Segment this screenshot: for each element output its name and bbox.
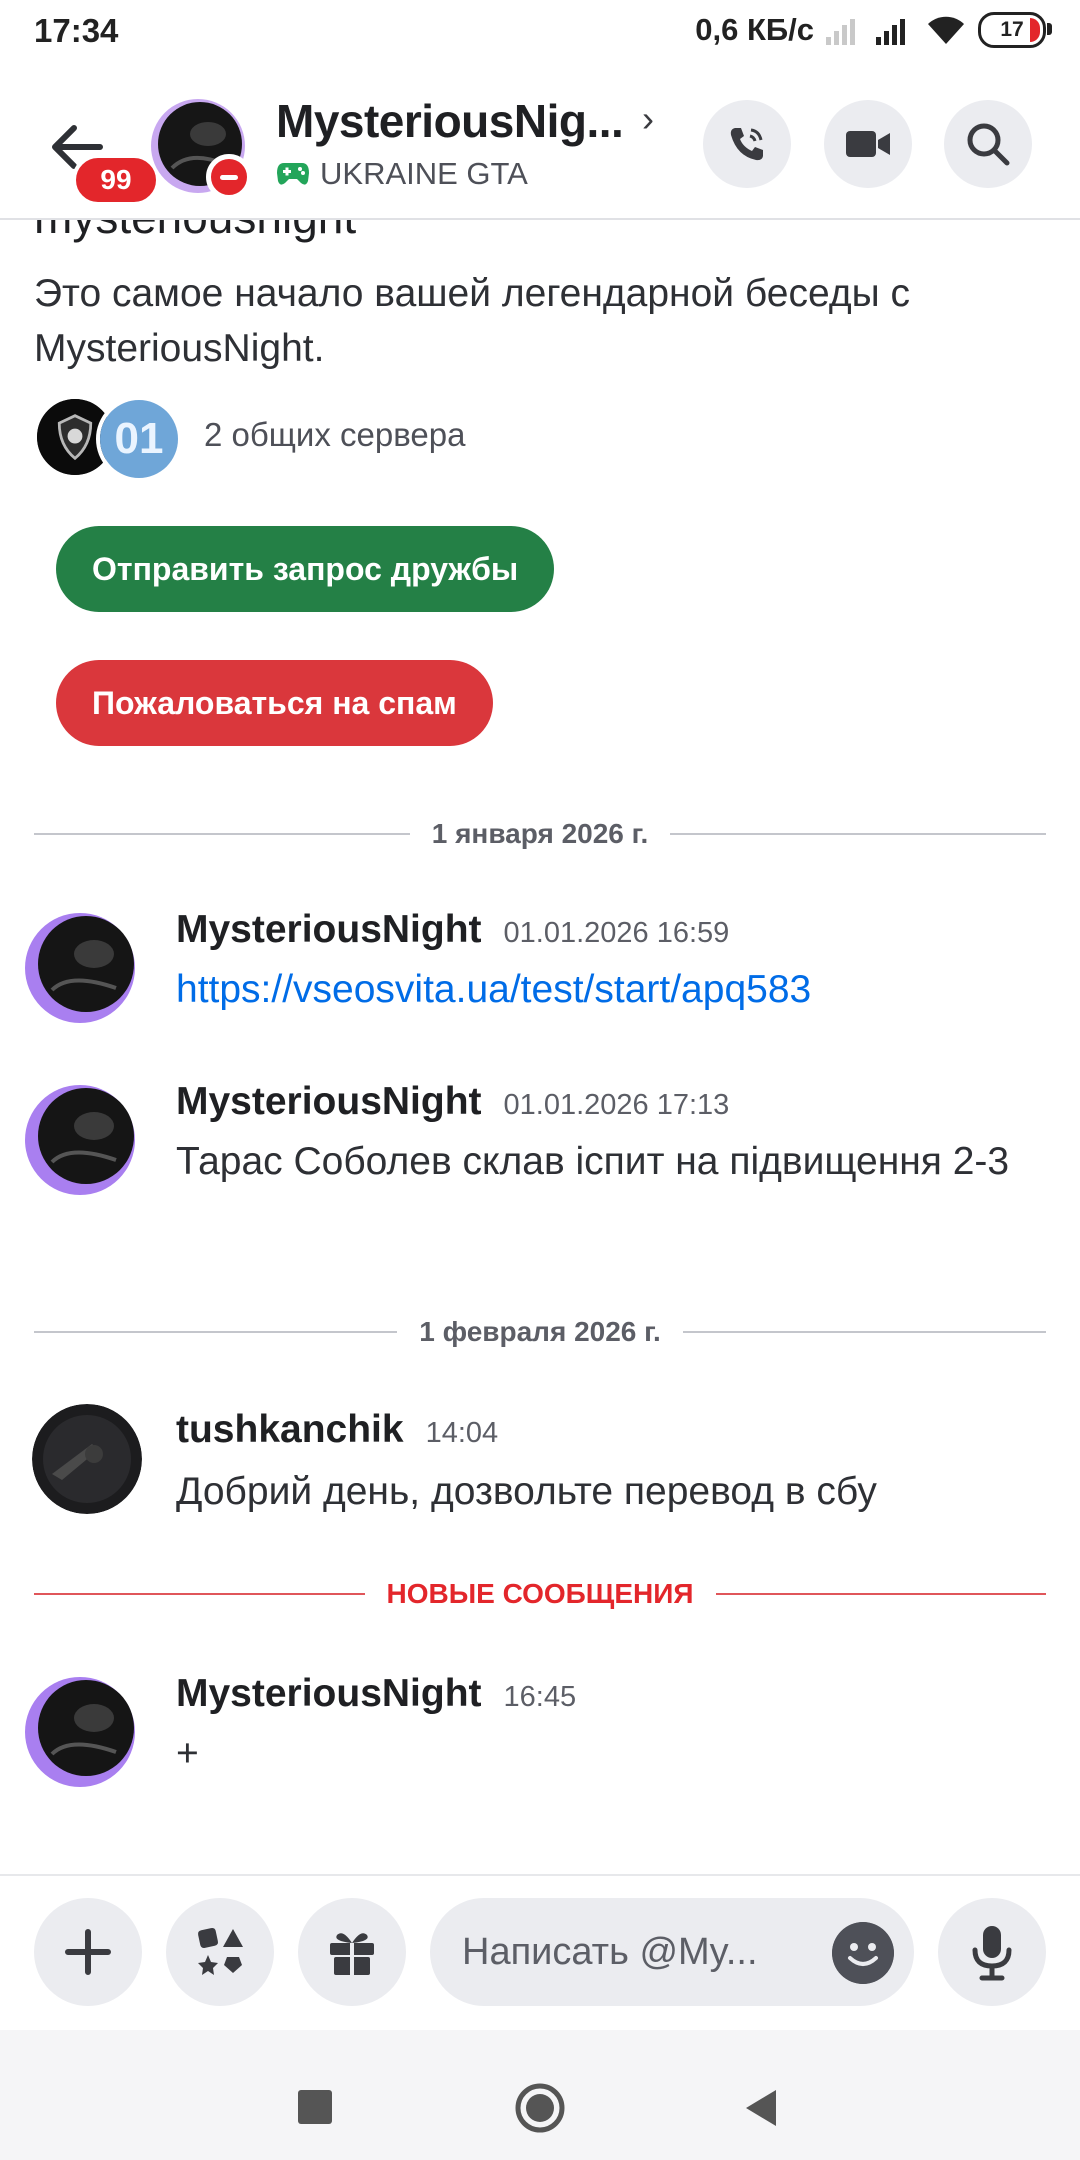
plus-icon [65, 1929, 111, 1975]
chat-header: 99 MysteriousNig... › UKRAINE GTA [0, 70, 1080, 220]
intro-text: Это самое начало вашей легендарной бесед… [34, 272, 910, 370]
status-indicators: 0,6 КБ/с 17 [695, 12, 1052, 48]
report-spam-button[interactable]: Пожаловаться на спам [56, 660, 493, 746]
apps-button[interactable] [166, 1898, 274, 2006]
signal-empty-icon [826, 19, 855, 45]
clock: 17:34 [34, 12, 119, 49]
message-timestamp: 14:04 [425, 1417, 499, 1449]
add-attachment-button[interactable] [34, 1898, 142, 2006]
dnd-status-icon [206, 154, 252, 200]
gift-icon [330, 1933, 374, 1975]
message-author[interactable]: MysteriousNight [176, 908, 482, 952]
send-friend-request-button[interactable]: Отправить запрос дружбы [56, 526, 555, 612]
message-author[interactable]: MysteriousNight [176, 1080, 482, 1124]
home-icon[interactable] [514, 2082, 566, 2134]
message-timestamp: 01.01.2026 16:59 [503, 917, 730, 949]
intro-username: mysteriousnight [34, 220, 356, 244]
status-bar: 17:34 0,6 КБ/с 17 [0, 0, 1080, 68]
message-author[interactable]: MysteriousNight [176, 1672, 482, 1716]
gamepad-icon [277, 163, 309, 185]
video-camera-icon [846, 131, 890, 157]
phone-icon [730, 128, 763, 161]
network-speed: 0,6 КБ/с [695, 12, 814, 47]
apps-icon [198, 1928, 243, 1975]
avatar[interactable] [32, 1404, 142, 1514]
voice-message-button[interactable] [938, 1898, 1046, 2006]
message-timestamp: 01.01.2026 17:13 [503, 1089, 730, 1121]
unread-badge: 99 [72, 154, 160, 206]
emoji-icon[interactable] [832, 1922, 894, 1984]
avatar[interactable] [24, 1084, 136, 1196]
avatar[interactable] [24, 912, 136, 1024]
date-divider-label: 1 января 2026 г. [431, 818, 649, 849]
message-text: Добрий день, дозвольте перевод в сбу [176, 1470, 877, 1513]
server-icon-01: 01 [96, 396, 182, 482]
system-nav-bar [0, 2030, 1080, 2160]
message-text: + [176, 1732, 199, 1775]
gift-button[interactable] [298, 1898, 406, 2006]
activity-text: UKRAINE GTA [320, 156, 528, 191]
search-button[interactable] [944, 100, 1032, 188]
recent-apps-icon[interactable] [298, 2090, 332, 2124]
message-timestamp: 16:45 [503, 1681, 577, 1713]
activity-status: UKRAINE GTA [276, 156, 528, 192]
wifi-icon [928, 16, 964, 44]
voice-call-button[interactable] [703, 100, 791, 188]
message-text: Тарас Соболев склав іспит на підвищення … [176, 1140, 1010, 1183]
signal-icon [876, 19, 905, 45]
mutual-servers-count: 2 общих сервера [204, 416, 466, 453]
search-icon [967, 123, 1010, 166]
message[interactable]: MysteriousNight 01.01.2026 16:59 https:/… [0, 900, 1080, 1040]
new-messages-label: НОВЫЕ СООБЩЕНИЯ [386, 1578, 694, 1609]
message-link[interactable]: https://vseosvita.ua/test/start/apq583 [176, 968, 811, 1012]
battery-icon: 17 [978, 12, 1052, 48]
message-input[interactable]: Написать @My... [430, 1898, 914, 2006]
chat-title[interactable]: MysteriousNig... [276, 94, 624, 148]
message-author[interactable]: tushkanchik [176, 1408, 404, 1452]
message[interactable]: MysteriousNight 16:45 + [0, 1664, 1080, 1804]
microphone-icon [972, 1926, 1012, 1981]
date-divider: 1 января 2026 г. [34, 816, 1047, 852]
composer-divider [0, 1874, 1080, 1876]
new-messages-divider: НОВЫЕ СООБЩЕНИЯ [34, 1576, 1047, 1612]
back-nav-icon[interactable] [742, 2088, 780, 2128]
message[interactable]: tushkanchik 14:04 Добрий день, дозвольте… [0, 1398, 1080, 1538]
battery-level: 17 [1000, 18, 1024, 41]
chevron-right-icon[interactable]: › [642, 98, 654, 140]
message[interactable]: MysteriousNight 01.01.2026 17:13 Тарас С… [0, 1072, 1080, 1262]
avatar[interactable] [24, 1676, 136, 1788]
message-list[interactable]: mysteriousnight Это самое начало вашей л… [0, 220, 1080, 1872]
message-input-placeholder[interactable]: Написать @My... [462, 1931, 802, 1974]
date-divider: 1 февраля 2026 г. [34, 1314, 1046, 1350]
date-divider-label: 1 февраля 2026 г. [419, 1316, 661, 1347]
video-call-button[interactable] [824, 100, 912, 188]
server-icon-text: 01 [100, 400, 178, 478]
